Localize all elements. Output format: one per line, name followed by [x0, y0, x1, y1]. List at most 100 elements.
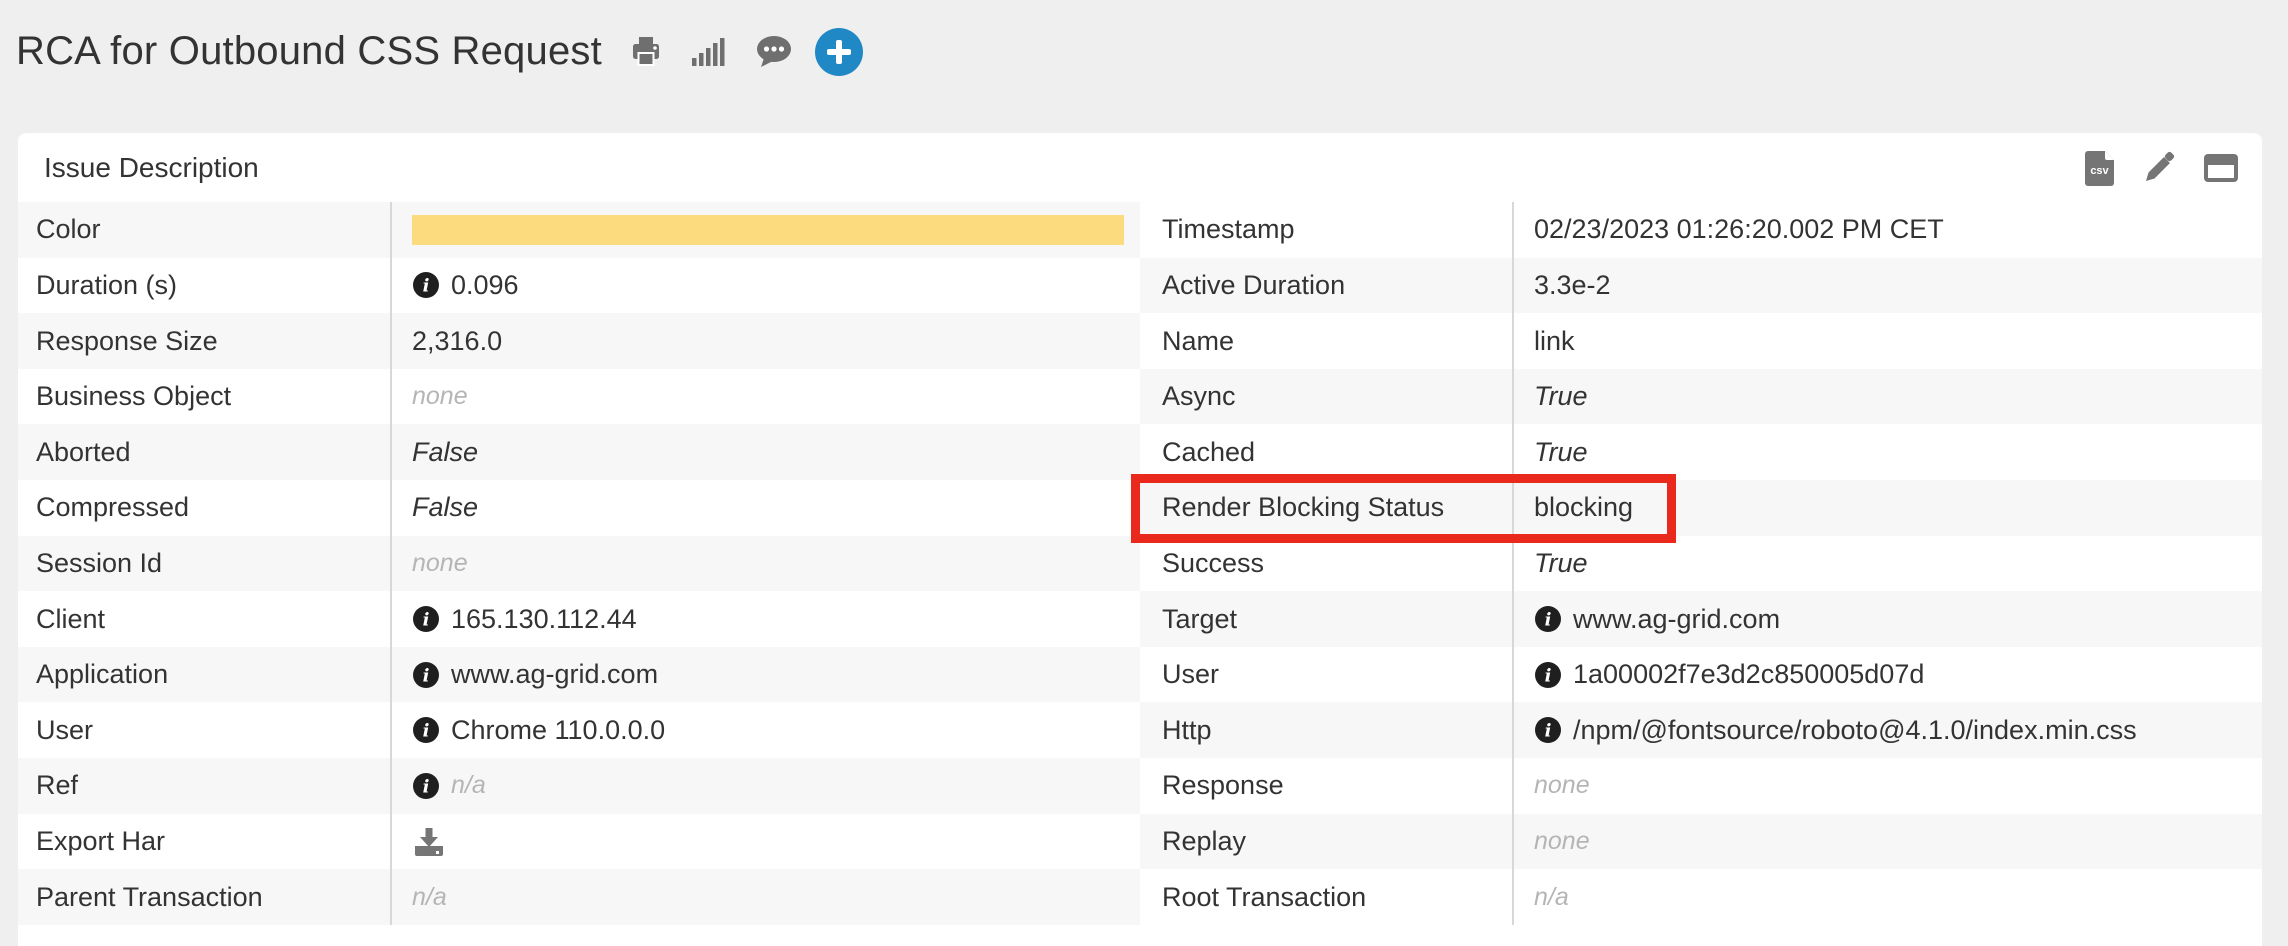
- table-row: Success True: [1140, 536, 2262, 592]
- info-icon[interactable]: i: [1534, 716, 1562, 744]
- row-value-cell: link: [1514, 313, 2262, 369]
- row-label: Target: [1162, 604, 1237, 635]
- row-value-cell: False: [392, 424, 1140, 480]
- svg-text:csv: csv: [2090, 165, 2109, 177]
- row-value: none: [412, 382, 468, 411]
- print-icon[interactable]: [628, 34, 664, 70]
- row-value-cell: 3.3e-2: [1514, 258, 2262, 314]
- row-value-cell: True: [1514, 536, 2262, 592]
- color-swatch-bar: [412, 215, 1124, 245]
- row-value-cell: True: [1514, 369, 2262, 425]
- row-label: Name: [1162, 326, 1234, 357]
- row-value: True: [1534, 437, 1588, 468]
- row-value-cell: none: [392, 369, 1140, 425]
- table-row: User i1a00002f7e3d2c850005d07d: [1140, 647, 2262, 703]
- row-value-cell: none: [392, 536, 1140, 592]
- table-row: Client i165.130.112.44: [18, 591, 1140, 647]
- row-label: Cached: [1162, 437, 1255, 468]
- download-har-icon[interactable]: [412, 825, 446, 859]
- row-value: n/a: [451, 771, 486, 800]
- row-value-cell: [392, 814, 1140, 870]
- table-row: Aborted False: [18, 424, 1140, 480]
- row-label: Duration (s): [36, 270, 177, 301]
- table-row: Session Id none: [18, 536, 1140, 592]
- row-label: Timestamp: [1162, 214, 1295, 245]
- row-value: none: [1534, 827, 1590, 856]
- row-value-cell: 2,316.0: [392, 313, 1140, 369]
- row-value-cell: i n/a: [392, 758, 1140, 814]
- row-label: User: [1162, 659, 1219, 690]
- title-bar: RCA for Outbound CSS Request: [16, 0, 2288, 103]
- svg-text:i: i: [423, 610, 430, 631]
- row-label: Root Transaction: [1162, 882, 1366, 913]
- svg-text:i: i: [1545, 665, 1552, 686]
- row-label: User: [36, 715, 93, 746]
- table-row: Application iwww.ag-grid.com: [18, 647, 1140, 703]
- row-value-cell: blocking: [1514, 480, 2262, 536]
- row-label: Response Size: [36, 326, 218, 357]
- table-row: Name link: [1140, 313, 2262, 369]
- row-label: Active Duration: [1162, 270, 1345, 301]
- row-value: False: [412, 492, 478, 523]
- info-icon[interactable]: i: [412, 772, 440, 800]
- table-row: Replay none: [1140, 814, 2262, 870]
- row-label: Async: [1162, 381, 1236, 412]
- edit-icon[interactable]: [2140, 149, 2178, 187]
- info-icon[interactable]: i: [1534, 605, 1562, 633]
- table-row: Business Object none: [18, 369, 1140, 425]
- row-value-cell: i/npm/@fontsource/roboto@4.1.0/index.min…: [1514, 702, 2262, 758]
- row-label: Client: [36, 604, 105, 635]
- row-value: Chrome 110.0.0.0: [451, 715, 665, 746]
- row-value: 3.3e-2: [1534, 270, 1611, 301]
- row-label: Color: [36, 214, 101, 245]
- page-title: RCA for Outbound CSS Request: [16, 29, 602, 74]
- svg-text:i: i: [423, 276, 430, 297]
- table-row: Response Size 2,316.0: [18, 313, 1140, 369]
- table-row: Compressed False: [18, 480, 1140, 536]
- table-row: Color: [18, 202, 1140, 258]
- table-row: Http i/npm/@fontsource/roboto@4.1.0/inde…: [1140, 702, 2262, 758]
- row-value-cell: none: [1514, 814, 2262, 870]
- info-icon[interactable]: i: [412, 661, 440, 689]
- svg-text:i: i: [423, 665, 430, 686]
- svg-text:i: i: [423, 776, 430, 797]
- row-value-cell: i1a00002f7e3d2c850005d07d: [1514, 647, 2262, 703]
- row-value-cell: False: [392, 480, 1140, 536]
- table-row: Export Har: [18, 814, 1140, 870]
- window-icon[interactable]: [2202, 152, 2240, 184]
- info-icon[interactable]: i: [412, 271, 440, 299]
- row-label: Parent Transaction: [36, 882, 263, 913]
- row-value: n/a: [412, 883, 447, 912]
- issue-description-panel: Issue Description csv: [18, 133, 2262, 946]
- row-value: none: [412, 549, 468, 578]
- export-csv-icon[interactable]: csv: [2084, 149, 2116, 187]
- table-row: User i Chrome 110.0.0.0: [18, 702, 1140, 758]
- row-value-cell: i www.ag-grid.com: [392, 647, 1140, 703]
- row-value-cell: [392, 202, 1140, 258]
- row-value-cell: none: [1514, 758, 2262, 814]
- row-label: Response: [1162, 770, 1284, 801]
- svg-text:i: i: [1545, 721, 1552, 742]
- row-value: none: [1534, 771, 1590, 800]
- row-value: www.ag-grid.com: [451, 659, 658, 690]
- row-value-cell: i www.ag-grid.com: [1514, 591, 2262, 647]
- info-icon[interactable]: i: [412, 716, 440, 744]
- row-value: link: [1534, 326, 1575, 357]
- row-value-cell: i165.130.112.44: [392, 591, 1140, 647]
- row-value: 2,316.0: [412, 326, 502, 357]
- row-label: Export Har: [36, 826, 165, 857]
- stats-bars-icon[interactable]: [690, 34, 728, 70]
- table-row: Timestamp 02/23/2023 01:26:20.002 PM CET: [1140, 202, 2262, 258]
- right-property-table: Timestamp 02/23/2023 01:26:20.002 PM CET…: [1140, 202, 2262, 925]
- info-icon[interactable]: i: [1534, 661, 1562, 689]
- row-label: Render Blocking Status: [1162, 492, 1444, 523]
- svg-text:i: i: [423, 721, 430, 742]
- info-icon[interactable]: i: [412, 605, 440, 633]
- table-row: Parent Transaction n/a: [18, 869, 1140, 925]
- row-value: n/a: [1534, 883, 1569, 912]
- add-icon[interactable]: [814, 27, 864, 77]
- row-value-cell: i0.096: [392, 258, 1140, 314]
- comment-icon[interactable]: [754, 34, 794, 70]
- row-value: www.ag-grid.com: [1573, 604, 1780, 635]
- table-row: Active Duration 3.3e-2: [1140, 258, 2262, 314]
